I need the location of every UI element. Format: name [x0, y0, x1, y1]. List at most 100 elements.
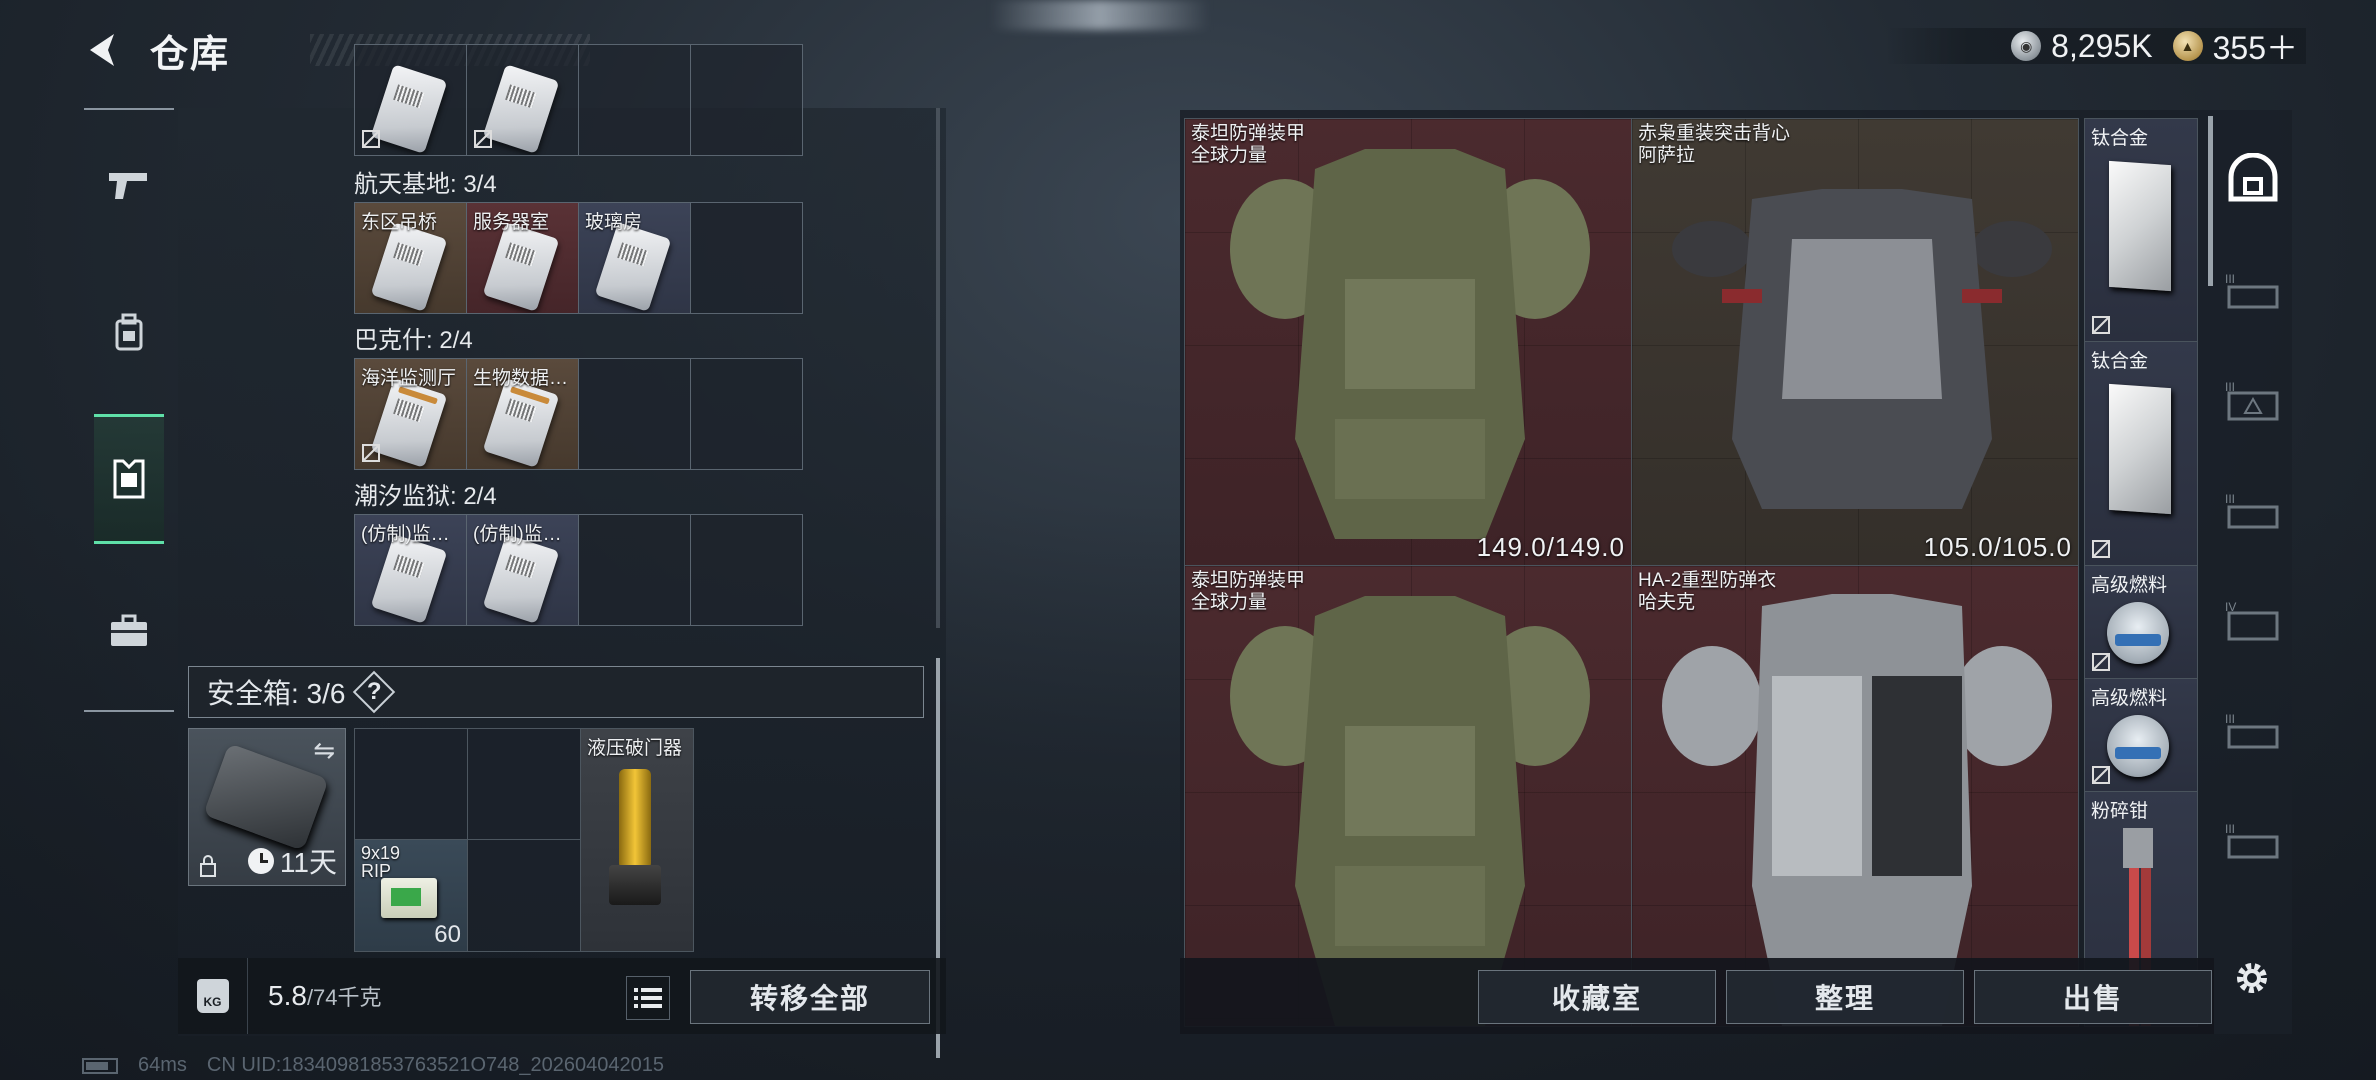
- svg-text:III: III: [2225, 492, 2235, 506]
- item-name: 高级燃料: [2091, 688, 2168, 709]
- armor-durability: 149.0/149.0: [1476, 532, 1625, 562]
- slot-tier-3-e[interactable]: III: [2222, 810, 2284, 872]
- rail-case[interactable]: [94, 566, 164, 696]
- safebox-container[interactable]: ⇋ 11天: [188, 728, 346, 886]
- slot-tier-3-a[interactable]: III: [2222, 260, 2284, 322]
- ceiling-light: [990, 0, 1210, 30]
- safebox-title: 安全箱: 3/6: [207, 678, 346, 709]
- status-line: 64ms CN UID:18340981853763521O748_202604…: [82, 1054, 664, 1077]
- breacher-item[interactable]: 液压破门器: [580, 728, 694, 952]
- ping-text: 64ms: [138, 1054, 187, 1076]
- no-insure-icon: [362, 130, 380, 148]
- grid-cell[interactable]: [466, 44, 579, 156]
- armor-slot-icon: III: [2225, 492, 2279, 529]
- inventory-scrollbar[interactable]: [936, 108, 940, 1058]
- keycard-label: 生物数据…: [473, 368, 569, 389]
- help-icon: ?: [367, 677, 382, 705]
- helmet-icon: [2228, 153, 2278, 202]
- left-category-rail: [84, 108, 174, 712]
- keycard-row-tidal-prison: (仿制)监… (仿制)监…: [354, 514, 803, 626]
- keycard-item[interactable]: 服务器室: [466, 202, 579, 314]
- item-name: 粉碎钳: [2091, 801, 2149, 822]
- keycard-label: 服务器室: [473, 212, 550, 233]
- no-insure-icon: [2092, 766, 2110, 784]
- grid-cell[interactable]: [690, 514, 803, 626]
- keycard-label: (仿制)监…: [361, 524, 450, 545]
- grid-cell[interactable]: [578, 44, 691, 156]
- swap-icon[interactable]: ⇋: [313, 735, 335, 766]
- transfer-all-button[interactable]: 转移全部: [690, 970, 930, 1024]
- case-icon: [111, 614, 147, 646]
- safebox-grid: 9x19 RIP 60 液压破门器: [354, 728, 694, 952]
- gold-coin-icon: ▲: [2172, 31, 2203, 61]
- keycard-item[interactable]: 海洋监测厅: [354, 358, 467, 470]
- titanium-plate-item[interactable]: 钛合金: [2084, 118, 2198, 342]
- keycard-item[interactable]: (仿制)监…: [354, 514, 467, 626]
- grid-cell[interactable]: [578, 358, 691, 470]
- grid-cell[interactable]: [690, 358, 803, 470]
- weight-display: 5.8/74千克: [268, 980, 382, 1012]
- svg-text:III: III: [2225, 712, 2235, 726]
- titanium-plate-image: [2109, 383, 2171, 515]
- armor-item[interactable]: 赤枭重装突击背心 阿萨拉 105.0/105.0: [1631, 118, 2079, 566]
- page-title: 仓库: [150, 33, 231, 76]
- slot-tier-3-c[interactable]: III: [2222, 480, 2284, 542]
- armor-durability: 105.0/105.0: [1923, 532, 2072, 562]
- group-title-spacebase: 航天基地: 3/4: [354, 171, 497, 198]
- keycard-item[interactable]: (仿制)监…: [466, 514, 579, 626]
- slot-tier-4[interactable]: IV: [2222, 590, 2284, 652]
- settings-button[interactable]: [2226, 952, 2278, 1004]
- inventory-footer: KG 5.8/74千克 转移全部: [178, 958, 946, 1034]
- gun-icon: [109, 173, 147, 199]
- no-insure-icon: [362, 444, 380, 462]
- safe-slot[interactable]: [354, 728, 468, 840]
- clock-icon: [247, 848, 274, 874]
- list-view-button[interactable]: [626, 976, 670, 1020]
- keycard-item[interactable]: 生物数据…: [466, 358, 579, 470]
- grid-cell[interactable]: [690, 44, 803, 156]
- fuel-item[interactable]: 高级燃料: [2084, 678, 2198, 792]
- fuel-item[interactable]: 高级燃料: [2084, 565, 2198, 679]
- grid-cell[interactable]: [578, 514, 691, 626]
- backpack-icon: [115, 313, 143, 351]
- safe-slot[interactable]: [467, 839, 581, 952]
- fuel-can-image: [2107, 715, 2169, 777]
- keycard-row-spacebase: 东区吊桥 服务器室 玻璃房: [354, 202, 803, 314]
- item-name: 钛合金: [2091, 128, 2149, 149]
- ammo-item[interactable]: 9x19 RIP 60: [354, 839, 468, 952]
- hydraulic-breacher-image: [609, 769, 661, 909]
- rail-backpack[interactable]: [94, 268, 164, 398]
- safebox-timer: 11天: [247, 841, 337, 881]
- slot-tier-3-b[interactable]: III: [2222, 370, 2284, 432]
- back-button[interactable]: [80, 26, 128, 74]
- safe-slot[interactable]: [467, 728, 581, 840]
- titanium-plate-item[interactable]: 钛合金: [2084, 341, 2198, 566]
- currency-gold[interactable]: ▲ 355＋: [2172, 23, 2298, 69]
- weight-current: 5.8: [268, 980, 307, 1011]
- sell-button[interactable]: 出售: [1974, 970, 2212, 1024]
- ammo-name: 9x19 RIP: [361, 843, 401, 881]
- item-name: 钛合金: [2091, 351, 2149, 372]
- keycard-item[interactable]: 玻璃房: [578, 202, 691, 314]
- help-button[interactable]: ?: [353, 670, 396, 714]
- rail-weapons[interactable]: [94, 120, 164, 250]
- list-icon: [634, 988, 662, 1008]
- keycard-row-partial: [354, 44, 803, 156]
- storage-scrollbar[interactable]: [2208, 116, 2213, 286]
- breacher-name: 液压破门器: [587, 738, 683, 759]
- fuel-can-image: [2107, 602, 2169, 664]
- silver-coin-icon: ◉: [2011, 31, 2042, 61]
- slot-helmet[interactable]: [2222, 148, 2284, 210]
- currency-silver[interactable]: ◉ 8,295K: [2011, 28, 2153, 65]
- armor-item[interactable]: 泰坦防弹装甲 全球力量 149.0/149.0: [1184, 118, 1632, 566]
- no-insure-icon: [2092, 316, 2110, 334]
- collection-room-button[interactable]: 收藏室: [1478, 970, 1716, 1024]
- rail-armor[interactable]: [94, 414, 164, 544]
- keycard-item[interactable]: 东区吊桥: [354, 202, 467, 314]
- slot-tier-3-d[interactable]: III: [2222, 700, 2284, 762]
- svg-text:III: III: [2225, 272, 2235, 286]
- sort-button[interactable]: 整理: [1726, 970, 1964, 1024]
- right-slot-rail: III III III IV III III: [2214, 110, 2292, 970]
- grid-cell[interactable]: [354, 44, 467, 156]
- grid-cell[interactable]: [690, 202, 803, 314]
